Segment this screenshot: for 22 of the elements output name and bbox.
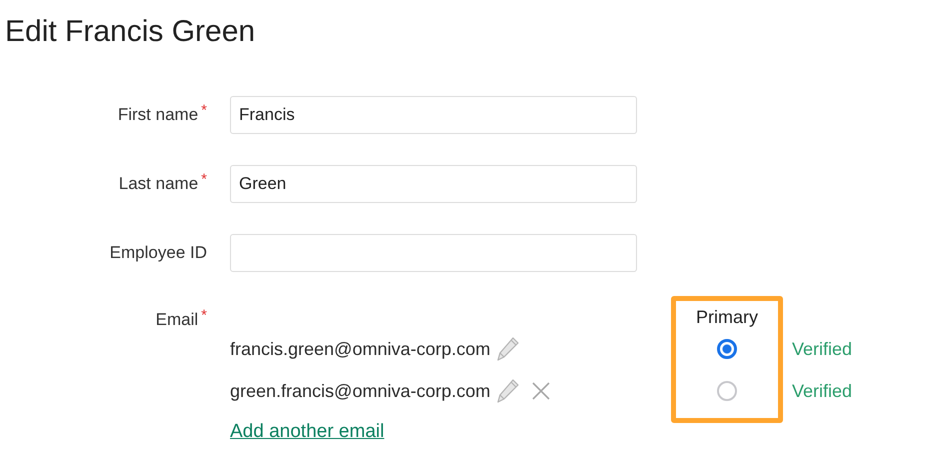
- text-field[interactable]: Green: [230, 165, 637, 203]
- pencil-icon[interactable]: [496, 378, 520, 404]
- add-email-link[interactable]: Add another email: [230, 421, 384, 443]
- email-address: francis.green@omniva-corp.com: [230, 338, 490, 360]
- email-address: green.francis@omniva-corp.com: [230, 380, 490, 402]
- pencil-icon[interactable]: [496, 336, 520, 362]
- required-marker: *: [201, 172, 207, 187]
- field-label: First name: [118, 105, 198, 125]
- field-label: Employee ID: [110, 243, 207, 263]
- radio-button[interactable]: [717, 339, 737, 359]
- text-field[interactable]: Francis: [230, 96, 637, 134]
- page-title: Edit Francis Green: [5, 14, 256, 50]
- text-field[interactable]: [230, 234, 637, 272]
- required-marker: *: [201, 103, 207, 118]
- verified-status: Verified: [792, 338, 852, 360]
- close-icon[interactable]: [532, 382, 550, 400]
- field-label: Email: [156, 310, 198, 330]
- column-heading: Primary: [696, 307, 758, 328]
- required-marker: *: [201, 308, 207, 323]
- radio-button[interactable]: [717, 381, 737, 401]
- field-label: Last name: [118, 174, 198, 194]
- verified-status: Verified: [792, 380, 852, 402]
